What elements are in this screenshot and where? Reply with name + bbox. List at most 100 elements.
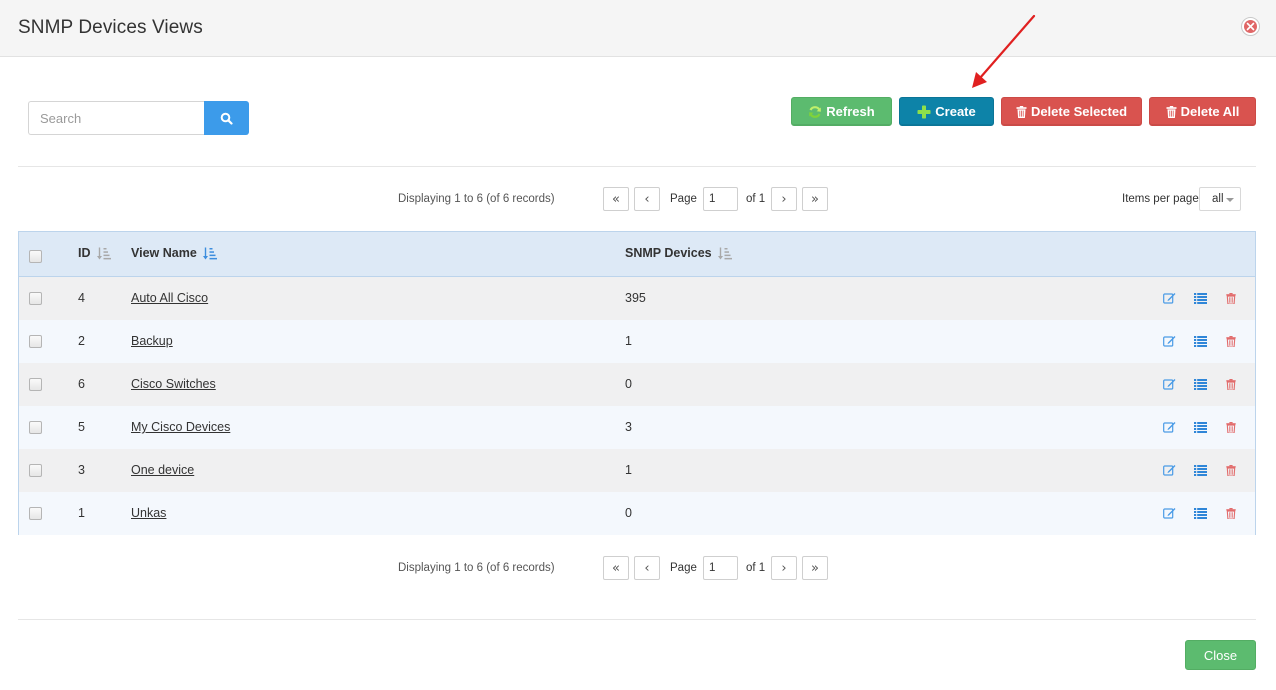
sort-icon: [717, 247, 732, 259]
list-icon[interactable]: [1192, 505, 1208, 521]
dialog-header: SNMP Devices Views: [0, 0, 1276, 57]
trash-icon[interactable]: [1223, 290, 1239, 306]
edit-icon[interactable]: [1161, 505, 1177, 521]
list-icon[interactable]: [1192, 333, 1208, 349]
column-header-id[interactable]: ID: [78, 246, 111, 260]
items-per-page-value: all: [1212, 193, 1224, 205]
search-input[interactable]: [28, 101, 205, 135]
cell-id: 1: [78, 506, 85, 520]
refresh-button[interactable]: Refresh: [791, 97, 892, 126]
delete-selected-button[interactable]: Delete Selected: [1001, 97, 1142, 126]
cell-view-name-link[interactable]: Unkas: [131, 506, 166, 520]
edit-icon[interactable]: [1161, 462, 1177, 478]
edit-icon[interactable]: [1161, 333, 1177, 349]
items-per-page-label: Items per page: [1122, 193, 1199, 205]
cell-snmp-devices: 1: [625, 334, 632, 348]
prev-page-button[interactable]: ‹: [634, 556, 660, 580]
list-icon[interactable]: [1192, 419, 1208, 435]
cell-id: 3: [78, 463, 85, 477]
row-checkbox[interactable]: [29, 464, 42, 477]
close-button[interactable]: Close: [1185, 640, 1256, 670]
cell-id: 4: [78, 291, 85, 305]
select-all-checkbox[interactable]: [29, 250, 42, 263]
cell-snmp-devices: 0: [625, 377, 632, 391]
cell-id: 6: [78, 377, 85, 391]
last-page-button[interactable]: »: [802, 187, 828, 211]
cell-snmp-devices: 1: [625, 463, 632, 477]
trash-icon: [1166, 105, 1177, 118]
cell-id: 2: [78, 334, 85, 348]
pager-info: Displaying 1 to 6 (of 6 records): [398, 193, 555, 205]
annotation-arrow: [972, 14, 1036, 88]
page-of-label: of 1: [746, 562, 766, 574]
search-icon: [220, 112, 233, 125]
trash-icon[interactable]: [1223, 462, 1239, 478]
prev-page-button[interactable]: ‹: [634, 187, 660, 211]
edit-icon[interactable]: [1161, 376, 1177, 392]
last-page-button[interactable]: »: [802, 556, 828, 580]
first-page-button[interactable]: «: [603, 187, 629, 211]
column-label: ID: [78, 246, 91, 260]
cell-snmp-devices: 395: [625, 291, 646, 305]
search-button[interactable]: [204, 101, 249, 135]
column-header-snmp-devices[interactable]: SNMP Devices: [625, 246, 732, 260]
page-label: Page: [670, 562, 697, 574]
delete-all-label: Delete All: [1180, 104, 1240, 119]
close-icon[interactable]: [1241, 17, 1260, 36]
edit-icon[interactable]: [1161, 419, 1177, 435]
plus-icon: [917, 105, 931, 118]
page-label: Page: [670, 193, 697, 205]
table-row: 4 Auto All Cisco 395: [19, 277, 1255, 320]
next-page-button[interactable]: ›: [771, 556, 797, 580]
table-row: 3 One device 1: [19, 449, 1255, 492]
table-row: 1 Unkas 0: [19, 492, 1255, 535]
page-input[interactable]: [703, 556, 738, 580]
cell-snmp-devices: 3: [625, 420, 632, 434]
row-checkbox[interactable]: [29, 378, 42, 391]
row-checkbox[interactable]: [29, 292, 42, 305]
column-label: SNMP Devices: [625, 246, 712, 260]
close-label: Close: [1203, 647, 1238, 663]
search-box: [28, 101, 249, 135]
page-of-label: of 1: [746, 193, 766, 205]
edit-icon[interactable]: [1161, 290, 1177, 306]
views-table: ID View Name SNMP Devices 4 Auto All Cisc…: [18, 231, 1256, 535]
row-checkbox[interactable]: [29, 421, 42, 434]
create-label: Create: [935, 104, 976, 119]
list-icon[interactable]: [1192, 376, 1208, 392]
refresh-label: Refresh: [826, 104, 875, 119]
cell-id: 5: [78, 420, 85, 434]
cell-view-name-link[interactable]: My Cisco Devices: [131, 420, 230, 434]
first-page-button[interactable]: «: [603, 556, 629, 580]
trash-icon[interactable]: [1223, 333, 1239, 349]
delete-selected-label: Delete Selected: [1030, 104, 1128, 119]
column-label: View Name: [131, 246, 197, 260]
trash-icon[interactable]: [1223, 505, 1239, 521]
cell-view-name-link[interactable]: One device: [131, 463, 194, 477]
refresh-icon: [809, 105, 822, 118]
trash-icon[interactable]: [1223, 376, 1239, 392]
items-per-page-select[interactable]: all: [1199, 187, 1241, 211]
create-button[interactable]: Create: [899, 97, 994, 126]
pager-top: Displaying 1 to 6 (of 6 records) « ‹ Pag…: [0, 187, 1276, 213]
cell-view-name-link[interactable]: Auto All Cisco: [131, 291, 208, 305]
chevron-down-icon: [1226, 198, 1234, 202]
list-icon[interactable]: [1192, 290, 1208, 306]
next-page-button[interactable]: ›: [771, 187, 797, 211]
pager-bottom: Displaying 1 to 6 (of 6 records) « ‹ Pag…: [0, 556, 1276, 582]
delete-all-button[interactable]: Delete All: [1149, 97, 1256, 126]
page-input[interactable]: [703, 187, 738, 211]
dialog-title: SNMP Devices Views: [18, 17, 203, 38]
row-checkbox[interactable]: [29, 335, 42, 348]
pager-info: Displaying 1 to 6 (of 6 records): [398, 562, 555, 574]
trash-icon: [1016, 105, 1027, 118]
cell-view-name-link[interactable]: Backup: [131, 334, 173, 348]
cell-view-name-link[interactable]: Cisco Switches: [131, 377, 216, 391]
list-icon[interactable]: [1192, 462, 1208, 478]
table-header: ID View Name SNMP Devices: [19, 232, 1255, 277]
table-row: 2 Backup 1: [19, 320, 1255, 363]
row-checkbox[interactable]: [29, 507, 42, 520]
column-header-view-name[interactable]: View Name: [131, 246, 217, 260]
trash-icon[interactable]: [1223, 419, 1239, 435]
table-row: 6 Cisco Switches 0: [19, 363, 1255, 406]
